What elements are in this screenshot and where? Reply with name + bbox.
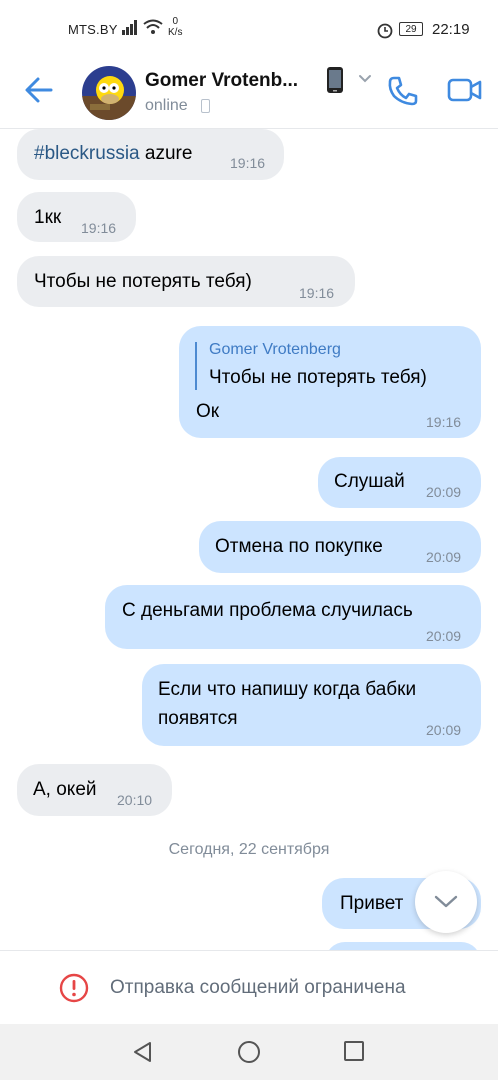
message-text: А, окей: [33, 779, 97, 800]
restriction-text: Отправка сообщений ограничена: [110, 977, 406, 998]
nav-recents-icon[interactable]: [344, 1041, 364, 1061]
message-time: 19:16: [426, 414, 462, 430]
nav-home-icon[interactable]: [238, 1041, 260, 1063]
chat-header: Gomer Vrotenb... online: [0, 58, 498, 129]
restriction-notice: Отправка сообщений ограничена: [0, 950, 498, 1025]
scroll-down-button[interactable]: [415, 871, 477, 933]
nav-back-icon[interactable]: [132, 1041, 154, 1063]
system-nav-bar: [0, 1024, 498, 1080]
message-text: С деньгами проблема случилась: [122, 600, 413, 621]
message-time: 20:09: [426, 549, 462, 565]
message-text: Ок: [196, 401, 220, 422]
hashtag-link[interactable]: #bleckrussia: [34, 143, 140, 164]
contact-name[interactable]: Gomer Vrotenb...: [145, 70, 298, 92]
message-text: Привет: [340, 893, 404, 914]
message-text: azure: [139, 143, 193, 164]
status-bar: MTS.BY 0 K/s 29 22:19: [0, 0, 498, 58]
message-bubble-outgoing[interactable]: Gomer Vrotenberg Чтобы не потерять тебя)…: [179, 326, 481, 438]
message-bubble-incoming[interactable]: 1кк 19:16: [17, 192, 136, 242]
reply-author[interactable]: Gomer Vrotenberg: [209, 341, 341, 359]
message-text: Чтобы не потерять тебя): [34, 271, 252, 292]
date-separator: Сегодня, 22 сентября: [168, 841, 330, 858]
battery-indicator: 29: [399, 22, 423, 36]
message-bubble-outgoing[interactable]: Если что напишу когда бабки появятся 20:…: [142, 664, 481, 746]
carrier-label: MTS.BY: [68, 22, 118, 37]
message-time: 20:09: [426, 484, 462, 500]
wifi-icon: [143, 19, 163, 34]
message-bubble-incoming[interactable]: А, окей 20:10: [17, 764, 172, 816]
clock: 22:19: [432, 21, 470, 38]
message-bubble-incoming[interactable]: Чтобы не потерять тебя) 19:16: [17, 256, 355, 307]
message-time: 19:16: [230, 155, 266, 171]
reply-text: Чтобы не потерять тебя): [209, 367, 427, 388]
signal-icon: [122, 20, 137, 35]
avatar[interactable]: [82, 66, 136, 120]
net-speed: 0 K/s: [168, 16, 182, 38]
message-time: 20:09: [426, 628, 462, 644]
message-time: 19:16: [299, 285, 335, 301]
message-bubble-outgoing[interactable]: Слушай 20:09: [318, 457, 481, 508]
message-text: Если что напишу когда бабки: [158, 679, 417, 700]
message-time: 19:16: [81, 220, 117, 236]
message-bubble-outgoing[interactable]: Отмена по покупке 20:09: [199, 521, 481, 573]
video-call-icon[interactable]: [447, 76, 483, 104]
net-speed-value: 0: [172, 16, 178, 27]
alarm-icon: [377, 23, 393, 39]
reply-quote-bar: [195, 342, 197, 390]
message-text: Слушай: [334, 471, 405, 492]
message-text: 1кк: [34, 207, 62, 228]
net-speed-unit: K/s: [168, 27, 183, 38]
mobile-device-icon: [201, 99, 210, 113]
chevron-down-icon: [434, 895, 458, 908]
message-bubble-incoming[interactable]: #bleckrussia azure 19:16: [17, 129, 284, 180]
message-bubble-outgoing[interactable]: С деньгами проблема случилась 20:09: [105, 585, 481, 649]
online-status: online: [145, 97, 188, 114]
message-time: 20:09: [426, 722, 462, 738]
call-icon[interactable]: [386, 74, 420, 108]
message-time: 20:10: [117, 792, 153, 808]
chevron-down-icon[interactable]: [358, 74, 372, 84]
message-text-line2: появятся: [158, 708, 238, 729]
message-text: Отмена по покупке: [215, 536, 383, 557]
warning-icon: [59, 973, 89, 1003]
phone-emoji-icon: [327, 67, 343, 93]
back-arrow-icon[interactable]: [24, 76, 54, 104]
